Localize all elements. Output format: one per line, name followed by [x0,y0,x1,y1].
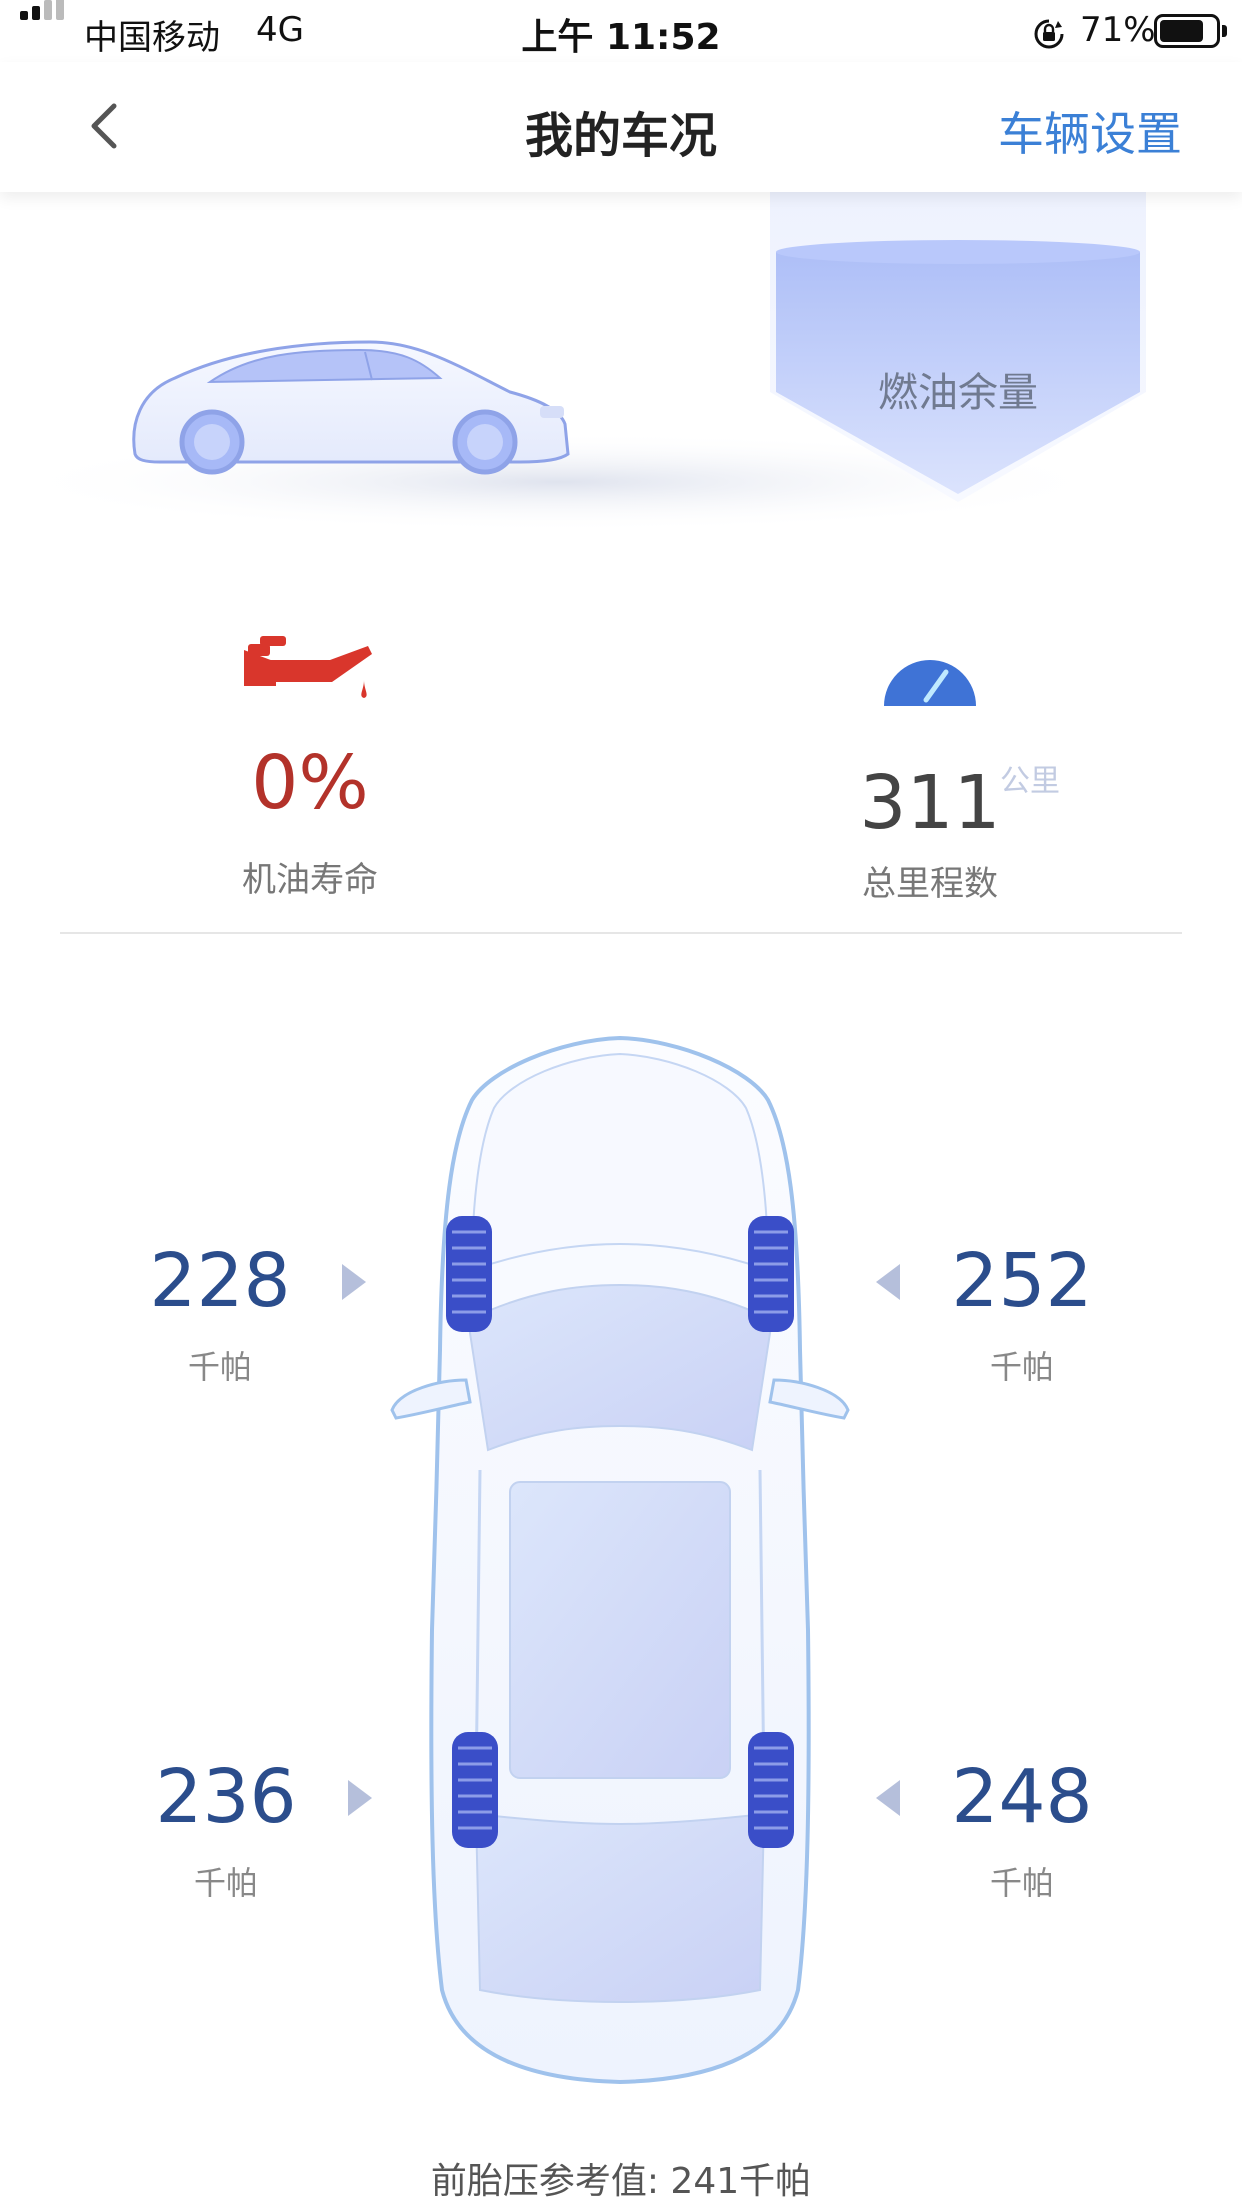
battery-percent: 71% [1080,10,1156,50]
fuel-tank-indicator [770,192,1146,502]
battery-icon [1154,14,1220,48]
arrow-left-icon [876,1780,900,1816]
tire-front-left-unit: 千帕 [187,1348,252,1386]
tire-pressure-reference: 前胎压参考值: 241千帕 [430,2161,812,2202]
fuel-level-label: 燃油余量 [878,370,1038,416]
oil-life-value: 0% [251,740,369,826]
rotation-lock-icon [1034,19,1064,49]
section-divider [60,932,1182,934]
tire-rear-right-unit: 千帕 [989,1864,1054,1902]
rear-right-wheel-icon [748,1732,794,1848]
vehicle-settings-button[interactable]: 车辆设置 [998,98,1182,164]
front-left-wheel-icon [446,1216,492,1332]
hero-section: 燃油余量 [0,192,1242,572]
oil-life-label: 机油寿命 [242,860,378,900]
front-right-wheel-icon [748,1216,794,1332]
tire-rear-left-unit: 千帕 [193,1864,258,1902]
odometer-label: 总里程数 [862,864,998,904]
arrow-right-icon [342,1264,366,1300]
arrow-left-icon [876,1264,900,1300]
nav-bar: 我的车况 车辆设置 [0,62,1242,192]
arrow-right-icon [348,1780,372,1816]
rear-left-wheel-icon [452,1732,498,1848]
speedometer-icon [884,660,976,706]
tire-rear-right-value: 248 [951,1754,1093,1840]
car-top-illustration [390,1035,850,2085]
tire-front-right-unit: 千帕 [989,1348,1054,1386]
odometer-unit: 公里 [1000,764,1060,799]
status-bar: 中国移动 4G 上午 11:52 71% [0,0,1242,62]
oil-can-icon [244,636,372,698]
tire-front-left-value: 228 [149,1238,291,1324]
tire-rear-left-value: 236 [155,1754,297,1840]
tire-front-right-value: 252 [951,1238,1093,1324]
